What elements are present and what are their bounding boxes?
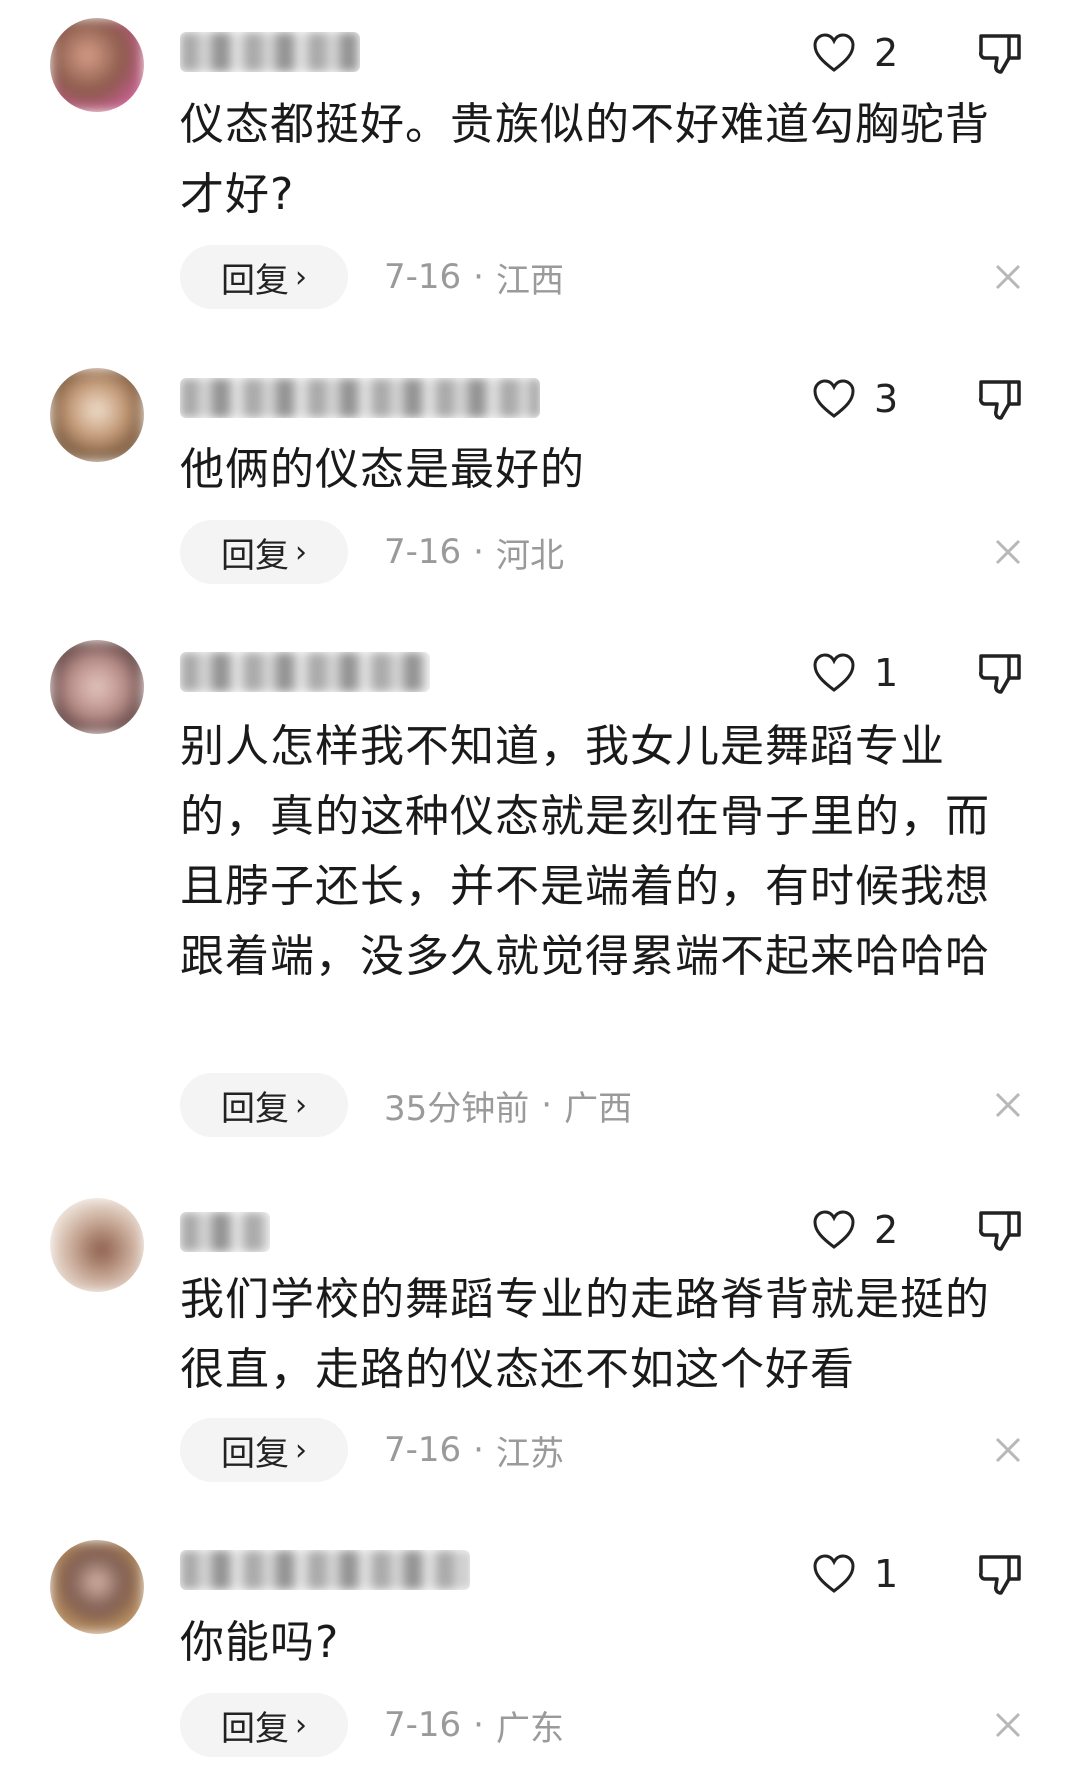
comment-time: 35分钟前 xyxy=(384,1088,530,1129)
heart-outline-icon xyxy=(813,379,855,418)
like-button[interactable]: 2 xyxy=(812,1205,898,1255)
comment-meta: 7-16 · 江苏 xyxy=(384,1418,564,1482)
like-button[interactable]: 2 xyxy=(812,28,898,78)
username-blurred[interactable] xyxy=(180,378,540,418)
avatar[interactable] xyxy=(50,368,144,462)
chevron-right-icon: › xyxy=(295,534,307,570)
close-icon[interactable] xyxy=(992,1434,1024,1466)
comment-text: 仪态都挺好。贵族似的不好难道勾胸驼背才好? xyxy=(180,99,990,220)
comment-meta: 7-16 · 河北 xyxy=(384,520,564,584)
comment-meta: 7-16 · 江西 xyxy=(384,245,564,309)
like-count: 2 xyxy=(874,31,899,75)
chevron-right-icon: › xyxy=(295,1707,307,1743)
thumbs-down-icon[interactable] xyxy=(975,1205,1025,1255)
comment-time: 7-16 xyxy=(384,1705,462,1745)
like-button[interactable]: 1 xyxy=(812,1549,898,1599)
like-count: 3 xyxy=(874,377,899,421)
comment-location: 广东 xyxy=(495,1708,564,1749)
username-blurred[interactable] xyxy=(180,1212,270,1252)
comment-location: 广西 xyxy=(564,1088,633,1129)
reply-label: 回复 xyxy=(221,1433,289,1474)
avatar[interactable] xyxy=(50,1540,144,1634)
close-icon[interactable] xyxy=(992,1709,1024,1741)
avatar[interactable] xyxy=(50,640,144,734)
meta-separator: · xyxy=(473,257,484,297)
username-blurred[interactable] xyxy=(180,652,430,692)
meta-separator: · xyxy=(473,532,484,572)
meta-separator: · xyxy=(541,1085,553,1125)
comment-text: 你能吗? xyxy=(180,1617,340,1668)
reply-label: 回复 xyxy=(221,535,289,576)
comment-meta: 35分钟前 · 广西 xyxy=(384,1073,632,1137)
thumbs-down-icon[interactable] xyxy=(975,1549,1025,1599)
username-blurred[interactable] xyxy=(180,32,360,72)
comment-text: 我们学校的舞蹈专业的走路脊背就是挺的很直，走路的仪态还不如这个好看 xyxy=(180,1274,990,1395)
thumbs-down-icon[interactable] xyxy=(975,28,1025,78)
like-count: 2 xyxy=(874,1208,899,1252)
avatar[interactable] xyxy=(50,18,144,112)
reply-button[interactable]: 回复 › xyxy=(180,520,348,584)
comment-location: 河北 xyxy=(495,535,564,576)
reply-button[interactable]: 回复 › xyxy=(180,1073,348,1137)
chevron-right-icon: › xyxy=(295,259,307,295)
comment-text: 别人怎样我不知道，我女儿是舞蹈专业的，真的这种仪态就是刻在骨子里的，而且脖子还长… xyxy=(180,721,990,982)
like-button[interactable]: 3 xyxy=(812,374,898,424)
close-icon[interactable] xyxy=(992,1089,1024,1121)
username-blurred[interactable] xyxy=(180,1550,470,1590)
reply-button[interactable]: 回复 › xyxy=(180,1418,348,1482)
reply-label: 回复 xyxy=(221,260,289,301)
reply-label: 回复 xyxy=(221,1088,289,1129)
meta-separator: · xyxy=(473,1430,484,1470)
thumbs-down-icon[interactable] xyxy=(975,374,1025,424)
comment-time: 7-16 xyxy=(384,257,462,297)
reply-button[interactable]: 回复 › xyxy=(180,1693,348,1757)
close-icon[interactable] xyxy=(992,261,1024,293)
comment-location: 江西 xyxy=(495,260,564,301)
like-count: 1 xyxy=(874,651,899,695)
comment-time: 7-16 xyxy=(384,1430,462,1470)
heart-outline-icon xyxy=(813,33,855,72)
heart-outline-icon xyxy=(813,1210,855,1249)
like-button[interactable]: 1 xyxy=(812,648,898,698)
reply-button[interactable]: 回复 › xyxy=(180,245,348,309)
comment-meta: 7-16 · 广东 xyxy=(384,1693,564,1757)
avatar[interactable] xyxy=(50,1198,144,1292)
heart-outline-icon xyxy=(813,653,855,692)
comment-text: 他俩的仪态是最好的 xyxy=(180,444,585,495)
chevron-right-icon: › xyxy=(295,1432,307,1468)
comment-location: 江苏 xyxy=(495,1433,564,1474)
thumbs-down-icon[interactable] xyxy=(975,648,1025,698)
like-count: 1 xyxy=(874,1552,899,1596)
chevron-right-icon: › xyxy=(295,1087,307,1123)
comment-time: 7-16 xyxy=(384,532,462,572)
meta-separator: · xyxy=(473,1705,484,1745)
reply-label: 回复 xyxy=(221,1708,289,1749)
close-icon[interactable] xyxy=(992,536,1024,568)
heart-outline-icon xyxy=(813,1554,855,1593)
